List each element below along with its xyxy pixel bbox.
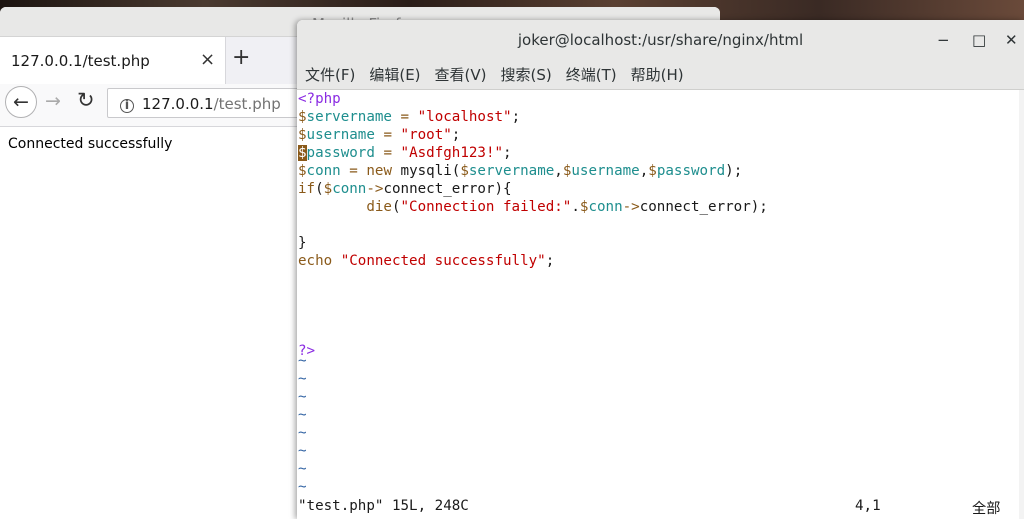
vim-editor[interactable]: <?php $servername = "localhost"; $username… — [297, 90, 1024, 519]
terminal-window: joker@localhost:/usr/share/nginx/html − … — [297, 20, 1024, 519]
code-line[interactable]: if($conn->connect_error){ — [298, 180, 512, 198]
url-path: /test.php — [213, 95, 281, 113]
menu-terminal[interactable]: 终端(T) — [566, 64, 617, 85]
empty-line-marker: ~ — [298, 407, 307, 423]
vim-status-file: "test.php" 15L, 248C — [298, 498, 469, 514]
code-line[interactable]: $username = "root"; — [298, 126, 460, 144]
terminal-scrollbar[interactable] — [1019, 90, 1024, 519]
terminal-title: joker@localhost:/usr/share/nginx/html — [517, 31, 804, 49]
terminal-menubar: 文件(F) 编辑(E) 查看(V) 搜索(S) 终端(T) 帮助(H) — [297, 60, 1024, 90]
empty-line-marker: ~ — [298, 353, 307, 369]
empty-line-marker: ~ — [298, 425, 307, 441]
menu-search[interactable]: 搜索(S) — [501, 64, 552, 85]
empty-line-marker: ~ — [298, 389, 307, 405]
terminal-titlebar: joker@localhost:/usr/share/nginx/html − … — [297, 20, 1024, 60]
empty-line-marker: ~ — [298, 479, 307, 495]
minimize-icon[interactable]: − — [937, 20, 950, 60]
menu-help[interactable]: 帮助(H) — [631, 64, 684, 85]
info-icon[interactable]: i — [120, 99, 134, 113]
code-line[interactable]: echo "Connected successfully"; — [298, 252, 554, 270]
vim-cursor-position: 4,1 — [855, 498, 881, 514]
menu-edit[interactable]: 编辑(E) — [369, 64, 420, 85]
code-line[interactable]: $servername = "localhost"; — [298, 108, 520, 126]
menu-view[interactable]: 查看(V) — [435, 64, 487, 85]
code-line[interactable]: <?php — [298, 90, 341, 108]
new-tab-button[interactable]: + — [232, 45, 250, 70]
back-arrow-icon[interactable]: ← — [5, 86, 37, 118]
code-line[interactable]: } — [298, 234, 307, 252]
tab-test-php[interactable]: 127.0.0.1/test.php × — [0, 37, 226, 84]
maximize-icon[interactable]: □ — [972, 20, 986, 60]
close-window-icon[interactable]: ✕ — [1005, 20, 1018, 60]
forward-arrow-icon[interactable]: → — [45, 90, 61, 112]
empty-line-marker: ~ — [298, 461, 307, 477]
reload-icon[interactable]: ↻ — [77, 88, 95, 112]
menu-file[interactable]: 文件(F) — [305, 64, 355, 85]
url-host: 127.0.0.1 — [142, 95, 214, 113]
code-line[interactable]: $conn = new mysqli($servername,$username… — [298, 162, 742, 180]
empty-line-marker: ~ — [298, 443, 307, 459]
close-tab-icon[interactable]: × — [200, 49, 215, 70]
code-line[interactable]: $password = "Asdfgh123!"; — [298, 144, 512, 162]
code-line[interactable]: die("Connection failed:".$conn->connect_… — [298, 198, 768, 216]
vim-scroll-indicator: 全部 — [972, 501, 1001, 517]
empty-line-marker: ~ — [298, 371, 307, 387]
tab-title: 127.0.0.1/test.php — [11, 52, 150, 70]
